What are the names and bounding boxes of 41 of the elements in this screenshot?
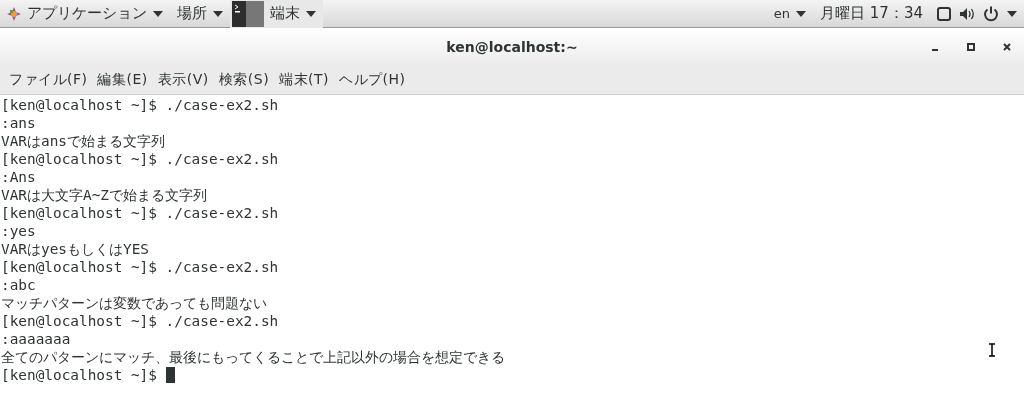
applications-menu[interactable]: アプリケーション	[0, 0, 170, 28]
caret-icon	[306, 10, 316, 17]
menu-item[interactable]: ヘルプ(H)	[334, 71, 411, 89]
output-line: :abc	[1, 276, 36, 294]
menu-item[interactable]: 編集(E)	[92, 71, 153, 89]
caret-icon	[796, 10, 807, 17]
i-beam-pointer-icon	[988, 343, 996, 357]
prompt-line: [ken@localhost ~]$ ./case-ex2.sh	[1, 258, 279, 276]
caret-icon	[1007, 10, 1017, 17]
prompt-line: [ken@localhost ~]$ ./case-ex2.sh	[1, 150, 279, 168]
menu-item[interactable]: 検索(S)	[213, 71, 275, 89]
maximize-icon	[967, 43, 975, 51]
prompt-line: [ken@localhost ~]$ ./case-ex2.sh	[1, 204, 279, 222]
output-line: VARはyesもしくはYES	[1, 240, 149, 258]
menu-item[interactable]: 表示(V)	[152, 71, 214, 89]
output-line: VARは大文字A~Zで始まる文字列	[1, 186, 207, 204]
prompt-line: [ken@localhost ~]$	[1, 366, 158, 384]
window-title: ken@localhost:~	[446, 39, 578, 55]
terminal-icon	[232, 0, 264, 27]
output-line: :Ans	[1, 168, 36, 186]
logo-icon	[7, 6, 21, 21]
close-icon	[1003, 43, 1011, 51]
output-line: :ans	[1, 114, 36, 132]
prompt-line: [ken@localhost ~]$ ./case-ex2.sh	[1, 312, 279, 330]
caret-icon	[153, 10, 163, 17]
terminal-task-button[interactable]: 端末	[230, 0, 323, 28]
clock[interactable]: 月曜日 17：34	[813, 0, 930, 28]
output-line: 全てのパターンにマッチ、最後にもってくることで上記以外の場合を想定できる	[1, 348, 505, 366]
window-icon[interactable]	[937, 6, 951, 21]
menu-item[interactable]: ファイル(F)	[4, 71, 93, 89]
menu-item[interactable]: 端末(T)	[274, 71, 335, 89]
output-line: VARはansで始まる文字列	[1, 132, 165, 150]
places-menu[interactable]: 場所	[170, 0, 230, 28]
caret-icon	[213, 10, 223, 17]
output-line: マッチパターンは変数であっても問題ない	[1, 294, 267, 312]
output-line: :yes	[1, 222, 36, 240]
volume-icon[interactable]	[959, 6, 975, 21]
prompt-line: [ken@localhost ~]$ ./case-ex2.sh	[1, 96, 279, 114]
language-menu[interactable]: en	[766, 0, 814, 28]
power-icon[interactable]	[983, 5, 999, 22]
output-line: :aaaaaaa	[1, 330, 71, 348]
